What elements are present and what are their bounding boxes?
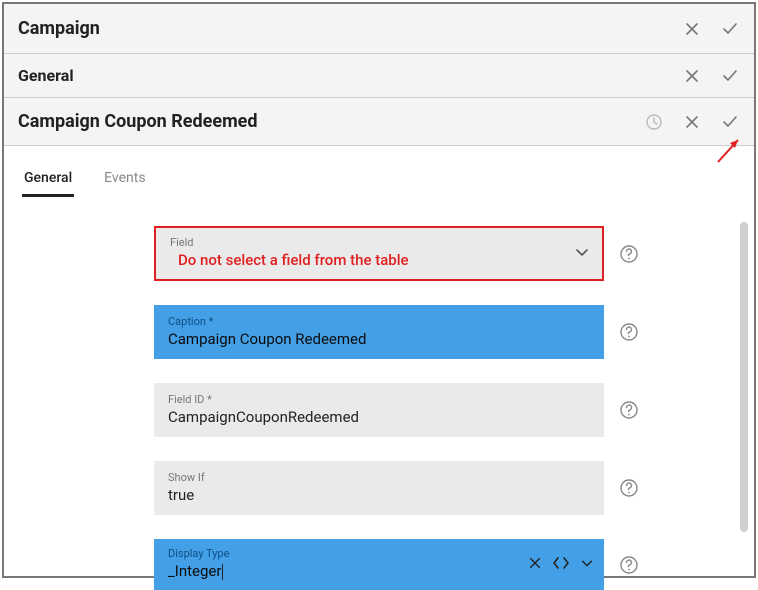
breadcrumb-row-general: General xyxy=(4,54,754,98)
close-icon[interactable] xyxy=(678,15,706,43)
help-icon[interactable] xyxy=(618,399,640,421)
close-icon[interactable] xyxy=(678,62,706,90)
close-icon[interactable] xyxy=(678,108,706,136)
show-if-input[interactable]: Show If true xyxy=(154,461,604,515)
help-icon[interactable] xyxy=(618,243,640,265)
breadcrumb-campaign-actions xyxy=(678,15,744,43)
form-row-show-if: Show If true xyxy=(154,461,754,515)
form-row-field: Field Do not select a field from the tab… xyxy=(154,226,754,281)
field-dropdown[interactable]: Field Do not select a field from the tab… xyxy=(154,226,604,281)
field-label: Field xyxy=(170,236,588,249)
caption-label: Caption * xyxy=(168,315,590,328)
chevron-down-icon xyxy=(574,244,590,264)
field-id-value: CampaignCouponRedeemed xyxy=(168,408,590,426)
clock-icon[interactable] xyxy=(640,108,668,136)
checkmark-icon[interactable] xyxy=(716,108,744,136)
code-icon[interactable] xyxy=(552,556,570,574)
help-icon[interactable] xyxy=(618,321,640,343)
tabs: General Events xyxy=(4,164,754,197)
chevron-down-icon[interactable] xyxy=(580,556,594,574)
form-row-caption: Caption * Campaign Coupon Redeemed xyxy=(154,305,754,359)
caption-input[interactable]: Caption * Campaign Coupon Redeemed xyxy=(154,305,604,359)
field-id-label: Field ID * xyxy=(168,393,590,406)
checkmark-icon[interactable] xyxy=(716,62,744,90)
help-icon[interactable] xyxy=(618,477,640,499)
field-id-input[interactable]: Field ID * CampaignCouponRedeemed xyxy=(154,383,604,437)
checkmark-icon[interactable] xyxy=(716,15,744,43)
form-row-field-id: Field ID * CampaignCouponRedeemed xyxy=(154,383,754,437)
text-caret xyxy=(222,564,223,580)
clear-icon[interactable] xyxy=(528,556,542,574)
display-type-value: _Integer xyxy=(168,562,590,580)
breadcrumb-general-actions xyxy=(678,62,744,90)
breadcrumb-row-campaign: Campaign xyxy=(4,4,754,54)
scrollbar-track[interactable] xyxy=(740,222,748,570)
display-type-text: _Integer xyxy=(168,562,221,580)
scrollbar-thumb[interactable] xyxy=(740,222,748,532)
page-header-actions xyxy=(640,108,744,136)
page-header-row: Campaign Coupon Redeemed xyxy=(4,98,754,146)
page-title: Campaign Coupon Redeemed xyxy=(18,111,258,132)
show-if-value: true xyxy=(168,486,590,504)
form-area: Field Do not select a field from the tab… xyxy=(4,214,754,576)
help-icon[interactable] xyxy=(618,554,640,576)
display-type-input[interactable]: Display Type _Integer xyxy=(154,539,604,590)
tab-general[interactable]: General xyxy=(22,164,74,196)
show-if-label: Show If xyxy=(168,471,590,484)
caption-value: Campaign Coupon Redeemed xyxy=(168,330,590,348)
tab-events[interactable]: Events xyxy=(102,164,147,196)
breadcrumb-campaign-title: Campaign xyxy=(18,18,100,39)
display-type-label: Display Type xyxy=(168,547,590,560)
app-window: Campaign General Campaign Coupon Redeeme… xyxy=(2,2,756,578)
breadcrumb-general-title: General xyxy=(18,66,74,85)
field-value: Do not select a field from the table xyxy=(170,251,588,269)
display-type-inline-actions xyxy=(528,556,594,574)
form-row-display-type: Display Type _Integer xyxy=(154,539,754,590)
